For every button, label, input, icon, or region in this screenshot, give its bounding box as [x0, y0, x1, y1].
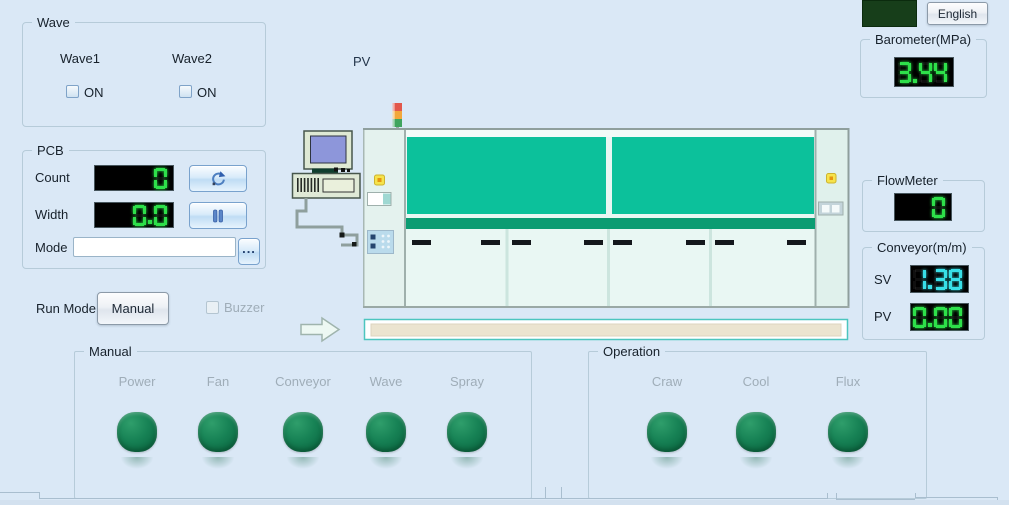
- pcb-width-display: [94, 202, 174, 228]
- manual-conveyor-label: Conveyor: [275, 374, 331, 389]
- conveyor-pv-label: PV: [874, 309, 891, 324]
- buzzer-checkbox[interactable]: [206, 301, 219, 314]
- wave2-on-label: ON: [197, 85, 217, 100]
- run-mode-label: Run Mode: [36, 301, 96, 316]
- hmi-main-screen: Wave Wave1 Wave2 ON ON PCB Count Width M…: [0, 0, 1009, 505]
- pcb-mode-label: Mode: [35, 240, 68, 255]
- manual-fan-button[interactable]: [198, 412, 238, 452]
- wave-group-title: Wave: [32, 15, 75, 30]
- reset-counter-icon: [208, 170, 228, 188]
- manual-wave-label: Wave: [370, 374, 403, 389]
- sphere-reflection: [283, 457, 323, 473]
- panel-divider: [915, 497, 997, 498]
- operation-flux-button[interactable]: [828, 412, 868, 452]
- signal-tower-icon: [393, 103, 403, 130]
- manual-power-button[interactable]: [117, 412, 157, 452]
- pcb-count-display: [94, 165, 174, 191]
- conveyor-group-title: Conveyor(m/m): [872, 240, 972, 255]
- manual-power-control: Power: [92, 374, 182, 473]
- pcb-count-label: Count: [35, 170, 70, 185]
- operation-flux-control: Flux: [803, 374, 893, 473]
- flowmeter-group-title: FlowMeter: [872, 173, 943, 188]
- flowmeter-group: FlowMeter: [862, 180, 985, 232]
- manual-power-label: Power: [119, 374, 156, 389]
- panel-divider: [827, 493, 828, 499]
- manual-conveyor-control: Conveyor: [258, 374, 348, 473]
- bottom-strip: [0, 500, 1009, 505]
- operation-craw-button[interactable]: [647, 412, 687, 452]
- pcb-mode-input[interactable]: [73, 237, 236, 257]
- barometer-display: [894, 57, 954, 87]
- sphere-reflection: [117, 457, 157, 473]
- operator-computer-icon: [293, 131, 361, 247]
- wave1-on-label: ON: [84, 85, 104, 100]
- sphere-reflection: [647, 457, 687, 473]
- sphere-reflection: [736, 457, 776, 473]
- panel-divider: [39, 498, 827, 499]
- wave-group: Wave Wave1 Wave2 ON ON: [22, 22, 266, 127]
- operation-cool-label: Cool: [743, 374, 770, 389]
- pv-label: PV: [353, 54, 370, 69]
- duct-icon: [297, 198, 357, 245]
- flowmeter-display: [894, 193, 952, 221]
- manual-spray-label: Spray: [450, 374, 484, 389]
- manual-wave-button[interactable]: [366, 412, 406, 452]
- sphere-reflection: [366, 457, 406, 473]
- operation-group-title: Operation: [598, 344, 665, 359]
- machine-body: [363, 128, 850, 308]
- conveyor-belt: [365, 320, 848, 340]
- sphere-reflection: [447, 457, 487, 473]
- machine-panel-right: [612, 137, 814, 214]
- panel-divider: [545, 487, 546, 498]
- panel-divider: [0, 492, 39, 493]
- pcb-group: PCB Count Width Mode ...: [22, 150, 266, 269]
- manual-spray-control: Spray: [422, 374, 512, 473]
- manual-fan-control: Fan: [173, 374, 263, 473]
- wave2-on-checkbox[interactable]: [179, 85, 192, 98]
- operation-craw-control: Craw: [622, 374, 712, 473]
- panel-divider: [561, 487, 562, 498]
- pcb-group-title: PCB: [32, 143, 69, 158]
- machine-panel-left: [407, 137, 606, 214]
- machine-green-rail: [406, 218, 815, 229]
- wave1-on-checkbox[interactable]: [66, 85, 79, 98]
- language-button[interactable]: English: [927, 2, 988, 25]
- manual-wave-control: Wave: [341, 374, 431, 473]
- operation-cool-button[interactable]: [736, 412, 776, 452]
- operation-group: Operation Craw Cool Flux: [588, 351, 927, 499]
- sphere-reflection: [198, 457, 238, 473]
- wave2-label: Wave2: [172, 51, 212, 66]
- flow-direction-arrow-icon: [301, 318, 339, 341]
- manual-conveyor-button[interactable]: [283, 412, 323, 452]
- operation-craw-label: Craw: [652, 374, 682, 389]
- manual-fan-label: Fan: [207, 374, 229, 389]
- machine-graphic: [290, 100, 860, 345]
- pcb-mode-browse-button[interactable]: ...: [238, 238, 260, 265]
- wave1-label: Wave1: [60, 51, 100, 66]
- conveyor-sv-display: [910, 265, 969, 293]
- sphere-reflection: [828, 457, 868, 473]
- pcb-width-label: Width: [35, 207, 68, 222]
- buzzer-label: Buzzer: [224, 300, 264, 315]
- conveyor-pv-display: [910, 303, 969, 331]
- conveyor-sv-label: SV: [874, 272, 891, 287]
- status-display: [862, 0, 917, 27]
- operation-cool-control: Cool: [711, 374, 801, 473]
- manual-group: Manual Power Fan Conveyor Wave Spray: [74, 351, 532, 499]
- run-mode-button[interactable]: Manual: [97, 292, 169, 325]
- barometer-group: Barometer(MPa): [860, 39, 987, 98]
- barometer-group-title: Barometer(MPa): [870, 32, 976, 47]
- pause-icon: [211, 209, 225, 223]
- manual-spray-button[interactable]: [447, 412, 487, 452]
- operation-flux-label: Flux: [836, 374, 861, 389]
- manual-group-title: Manual: [84, 344, 137, 359]
- pcb-count-reset-button[interactable]: [189, 165, 247, 192]
- conveyor-group: Conveyor(m/m) SV PV: [862, 247, 985, 340]
- pcb-width-hold-button[interactable]: [189, 202, 247, 229]
